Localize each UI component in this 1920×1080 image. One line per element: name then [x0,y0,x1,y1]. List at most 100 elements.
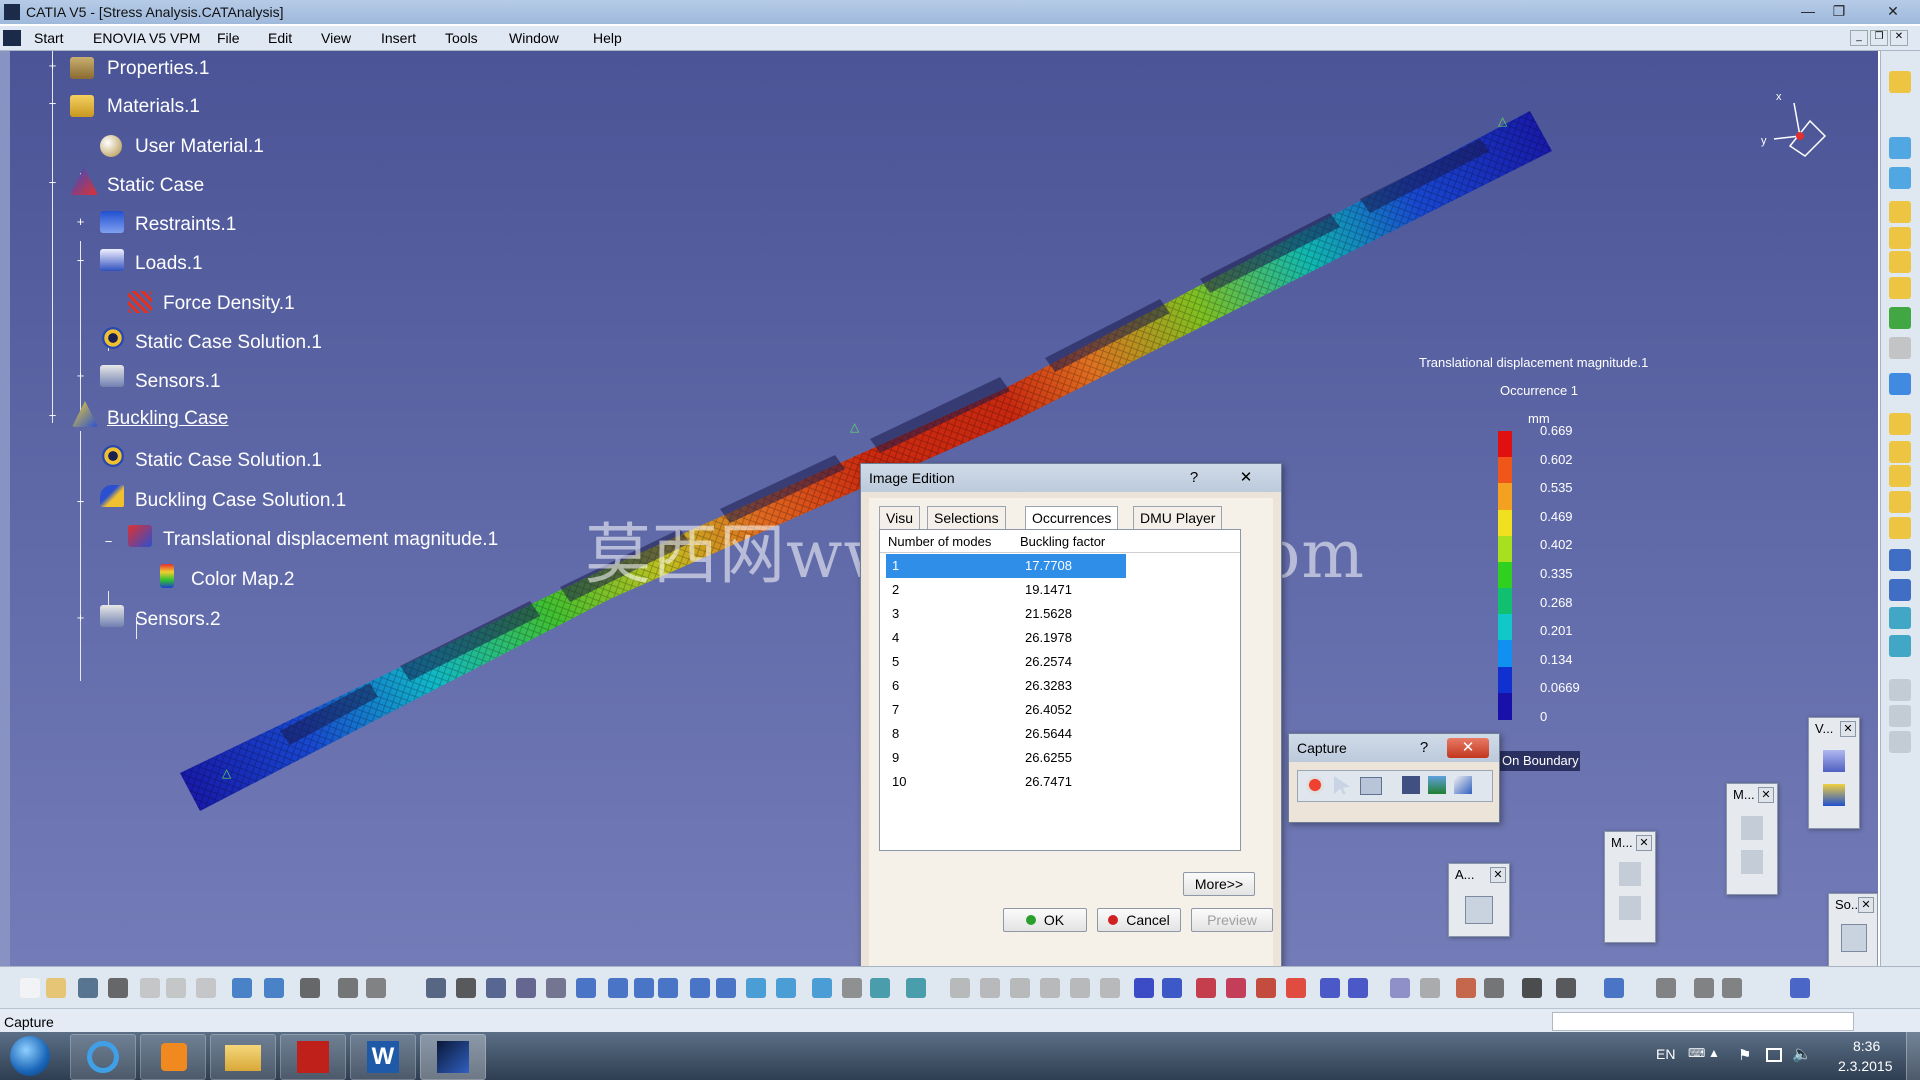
collapse-static-case-toggle[interactable]: − [47,176,58,189]
copy-icon[interactable] [1889,277,1911,299]
collapse-displacement-toggle[interactable]: − [103,535,114,548]
capture-close-button[interactable]: ✕ [1447,738,1489,758]
displacement-image-icon[interactable] [128,525,152,547]
mini-toolbar-m2[interactable]: M... ✕ [1726,783,1778,895]
measure-item-icon[interactable] [1619,896,1641,920]
force-density-icon[interactable] [128,291,152,313]
tree-item-loads[interactable]: Loads.1 [135,253,203,275]
render-icon[interactable] [906,978,926,998]
mini-toolbar-a[interactable]: A... ✕ [1448,863,1510,937]
tab-visu[interactable]: Visu [879,506,920,529]
capture-titlebar[interactable]: Capture ? ✕ [1289,734,1499,762]
list-row[interactable]: 10 26.7471 [886,770,1126,794]
volume-icon[interactable]: 🔈 [1792,1044,1812,1064]
select-arrow-icon[interactable] [1889,373,1911,395]
model-manager-icon[interactable] [1741,816,1763,840]
graph-icon[interactable] [486,978,506,998]
rotate-icon[interactable] [658,978,678,998]
copy-icon[interactable] [166,978,186,998]
line-icon[interactable] [1889,167,1911,189]
buckling-solution-icon[interactable] [100,485,124,507]
buckling-case-icon[interactable] [72,401,98,427]
solver-icon[interactable] [1841,924,1867,952]
solution-gear-icon[interactable] [102,327,124,349]
ok-button[interactable]: OK [1003,908,1087,932]
expand-properties-toggle[interactable]: + [47,59,58,72]
cancel-button[interactable]: Cancel [1097,908,1181,932]
select-mode-icon[interactable] [1334,776,1350,794]
menu-help[interactable]: Help [593,30,622,46]
cut-icon[interactable] [140,978,160,998]
load-alt-icon[interactable] [1889,635,1911,657]
static-case-icon[interactable] [70,167,98,195]
column-header-modes[interactable]: Number of modes [888,534,991,549]
paste-icon[interactable] [196,978,216,998]
tree-item-sensors-2[interactable]: Sensors.2 [135,609,221,631]
column-header-factor[interactable]: Buckling factor [1020,534,1105,549]
view-fly-icon[interactable] [1823,784,1845,806]
loads-icon[interactable] [100,249,124,271]
tree-view-icon[interactable] [1465,896,1493,924]
list-row[interactable]: 8 26.5644 [886,722,1126,746]
mesh-alt-icon[interactable] [1889,441,1911,463]
keyboard-icon[interactable]: ⌨ [1688,1046,1705,1060]
collapse-materials-toggle[interactable]: − [47,97,58,110]
menu-window[interactable]: Window [509,30,559,46]
catalog-icon[interactable] [456,978,476,998]
group-icon[interactable] [1522,978,1542,998]
animate-icon[interactable] [1196,978,1216,998]
doc-minimize-button[interactable]: _ [1850,30,1868,46]
fly-icon[interactable] [576,978,596,998]
taskbar-file-explorer[interactable] [210,1034,276,1080]
mini-toolbar-v-close[interactable]: ✕ [1840,721,1856,737]
tree-item-buckling-case[interactable]: Buckling Case [107,408,228,430]
comment-icon[interactable] [366,978,386,998]
mini-toolbar-so[interactable]: So... ✕ [1828,893,1878,966]
sphere-icon[interactable] [1889,337,1911,359]
whats-this-icon[interactable] [300,978,320,998]
tree-item-static-case[interactable]: Static Case [107,175,204,197]
tab-selections[interactable]: Selections [927,506,1006,529]
tree-item-static-case-solution[interactable]: Static Case Solution.1 [135,332,322,354]
taskbar-media-player[interactable] [140,1034,206,1080]
capture-help-button[interactable]: ? [1411,738,1437,758]
list-row[interactable]: 1 17.7708 [886,554,1126,578]
new-icon[interactable] [20,978,40,998]
tree-item-restraints[interactable]: Restraints.1 [135,214,236,236]
traffic-light-icon[interactable] [1889,307,1911,329]
mini-toolbar-a-close[interactable]: ✕ [1490,867,1506,883]
extrema-icon[interactable] [1286,978,1306,998]
fit-all-icon[interactable] [608,978,628,998]
mini-toolbar-so-close[interactable]: ✕ [1858,897,1874,913]
expand-sensors-1-toggle[interactable]: + [75,369,86,382]
tab-occurrences[interactable]: Occurrences [1025,506,1119,529]
sheet-icon[interactable] [426,978,446,998]
compass-widget[interactable]: x y [1760,91,1830,161]
gray2-icon[interactable] [980,978,1000,998]
restraint-icon[interactable] [1889,679,1911,701]
tree-item-color-map[interactable]: Color Map.2 [191,569,295,591]
connect-icon[interactable] [1722,978,1742,998]
taskbar-acrobat[interactable] [280,1034,346,1080]
amplification-icon[interactable] [1256,978,1276,998]
box-icon[interactable] [1889,201,1911,223]
measure-icon[interactable] [516,978,536,998]
taskbar-internet-explorer[interactable] [70,1034,136,1080]
list-row[interactable]: 5 26.2574 [886,650,1126,674]
measure-icon[interactable] [1619,862,1641,886]
adaptivity-icon[interactable] [1420,978,1440,998]
catia-app-icon[interactable] [4,4,20,20]
3d-viewport[interactable]: △ △ △ 莫西网www.3dmex.com + Properties.1 − … [0,51,1878,966]
gray6-icon[interactable] [1100,978,1120,998]
doc-restore-button[interactable]: ❐ [1870,30,1888,46]
occurrences-list[interactable]: Number of modes Buckling factor 1 17.7708… [879,529,1241,851]
mini-toolbar-m1[interactable]: M... ✕ [1604,831,1656,943]
redo-icon[interactable] [264,978,284,998]
view-mode-icon[interactable] [1823,750,1845,772]
expand-sensors-2-toggle[interactable]: + [75,611,86,624]
tree-item-sensors-1[interactable]: Sensors.1 [135,371,221,393]
image-edit-icon[interactable] [1162,978,1182,998]
multi-view-icon[interactable] [812,978,832,998]
gray5-icon[interactable] [1070,978,1090,998]
menu-view[interactable]: View [321,30,351,46]
